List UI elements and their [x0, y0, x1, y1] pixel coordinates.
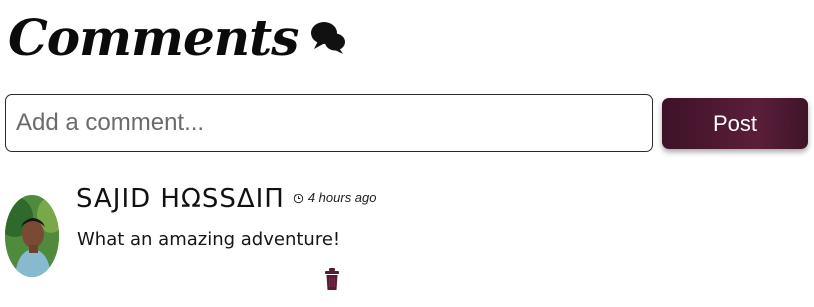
comment-form: Post	[5, 94, 808, 152]
trash-icon	[325, 268, 339, 290]
delete-comment-button[interactable]	[324, 267, 340, 291]
page-title: Comments	[8, 8, 299, 67]
comment-text: What an amazing adventure!	[77, 229, 341, 250]
page-header: Comments	[8, 0, 348, 70]
clock-icon	[293, 192, 304, 204]
comment-time: 4 hours ago	[307, 190, 377, 205]
avatar	[5, 195, 59, 277]
comment-input[interactable]	[5, 94, 653, 152]
post-button[interactable]: Post	[662, 98, 808, 149]
comment-meta: SAJID HΩSSΔIΠ 4 hours ago	[76, 184, 377, 214]
comment-timestamp: 4 hours ago	[293, 190, 377, 205]
comment-item: SAJID HΩSSΔIΠ 4 hours ago What an amazin…	[5, 178, 808, 298]
comments-icon	[308, 17, 348, 57]
comment-author: SAJID HΩSSΔIΠ	[76, 184, 285, 214]
